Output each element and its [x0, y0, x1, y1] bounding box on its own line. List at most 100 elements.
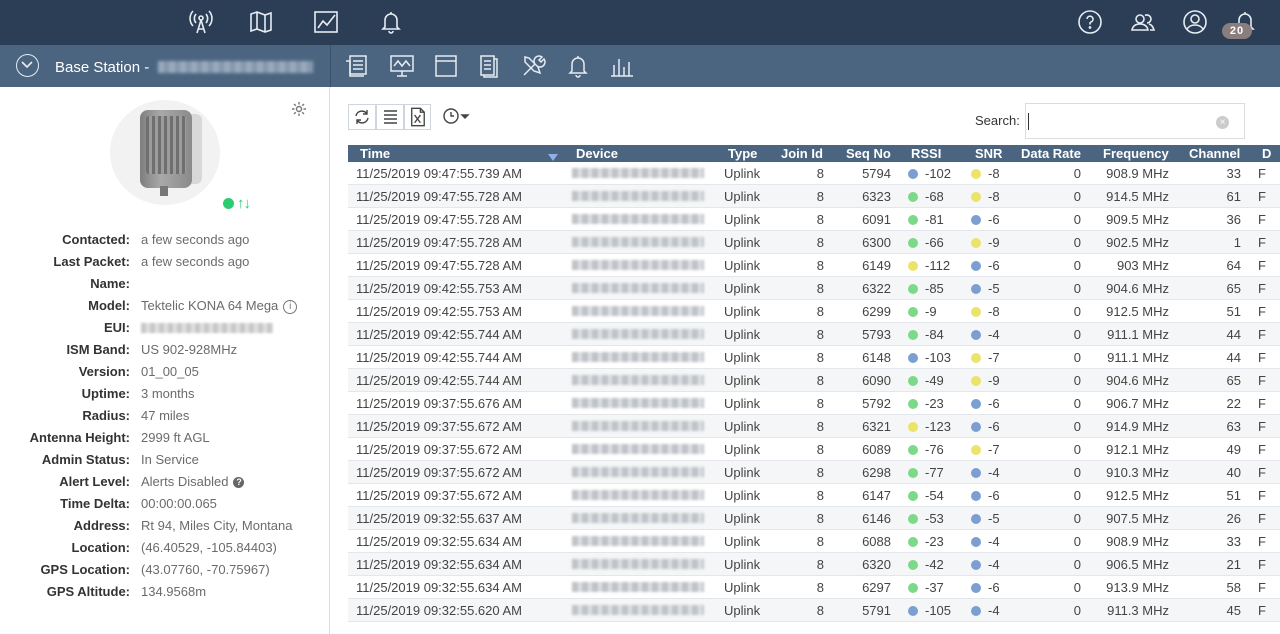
- search-input[interactable]: ×: [1025, 103, 1245, 139]
- table-row[interactable]: 11/25/2019 09:47:55.728 AM Uplink 8 6149 -11…: [348, 254, 1280, 277]
- bell-icon[interactable]: [378, 9, 404, 35]
- time-cell: 11/25/2019 09:47:55.728 AM: [356, 189, 523, 204]
- direction-cell: F: [1258, 235, 1266, 250]
- report-icon[interactable]: [344, 53, 370, 79]
- device-eui-redacted: [572, 283, 704, 293]
- snr-indicator-icon: [971, 468, 981, 478]
- data-rate-cell: 0: [1073, 166, 1081, 181]
- column-header[interactable]: Frequency: [1103, 146, 1169, 161]
- rssi-indicator-icon: [908, 560, 918, 570]
- type-cell: Uplink: [724, 350, 761, 365]
- property-value: (43.07760, -70.75967): [141, 562, 270, 577]
- table-row[interactable]: 11/25/2019 09:47:55.728 AM Uplink 8 6300 -66…: [348, 231, 1280, 254]
- column-header[interactable]: Join Id: [781, 146, 823, 161]
- type-cell: Uplink: [724, 511, 761, 526]
- table-row[interactable]: 11/25/2019 09:37:55.676 AM Uplink 8 5792 -23…: [348, 392, 1280, 415]
- table-row[interactable]: 11/25/2019 09:47:55.739 AM Uplink 8 5794 -10…: [348, 162, 1280, 185]
- property-row: Name:: [0, 276, 330, 298]
- device-eui-redacted: [572, 237, 704, 247]
- rssi-cell: -76: [925, 442, 944, 457]
- join-id-cell: 8: [816, 465, 824, 480]
- window-icon[interactable]: [433, 53, 459, 79]
- table-row[interactable]: 11/25/2019 09:47:55.728 AM Uplink 8 6323 -68…: [348, 185, 1280, 208]
- property-label: Model:: [88, 298, 130, 313]
- table-row[interactable]: 11/25/2019 09:42:55.744 AM Uplink 8 6090 -49…: [348, 369, 1280, 392]
- table-row[interactable]: 11/25/2019 09:32:55.634 AM Uplink 8 6297 -37…: [348, 576, 1280, 599]
- column-header[interactable]: Device: [576, 146, 618, 161]
- refresh-button[interactable]: [348, 104, 376, 130]
- property-value: 3 months: [141, 386, 195, 401]
- document-icon[interactable]: [477, 53, 503, 79]
- column-header[interactable]: Seq No: [846, 146, 891, 161]
- chart-icon[interactable]: [313, 9, 339, 35]
- tools-icon[interactable]: [521, 53, 547, 79]
- snr-indicator-icon: [971, 261, 981, 271]
- table-row[interactable]: 11/25/2019 09:42:55.744 AM Uplink 8 6148 -10…: [348, 346, 1280, 369]
- table-row[interactable]: 11/25/2019 09:32:55.634 AM Uplink 8 6320 -42…: [348, 553, 1280, 576]
- property-value: Rt 94, Miles City, Montana: [141, 518, 293, 533]
- table-row[interactable]: 11/25/2019 09:32:55.620 AM Uplink 8 5791 -10…: [348, 599, 1280, 622]
- column-header[interactable]: D: [1262, 146, 1271, 161]
- table-row[interactable]: 11/25/2019 09:42:55.744 AM Uplink 8 5793 -84…: [348, 323, 1280, 346]
- column-header[interactable]: Type: [728, 146, 757, 161]
- rssi-indicator-icon: [908, 330, 918, 340]
- base-station-icon[interactable]: [188, 9, 214, 35]
- frequency-cell: 912.5 MHz: [1106, 488, 1169, 503]
- property-label: Alert Level:: [59, 474, 130, 489]
- table-row[interactable]: 11/25/2019 09:42:55.753 AM Uplink 8 6299 -9 -…: [348, 300, 1280, 323]
- column-header[interactable]: Channel: [1189, 146, 1240, 161]
- map-icon[interactable]: [248, 9, 274, 35]
- join-id-cell: 8: [816, 258, 824, 273]
- snr-indicator-icon: [971, 192, 981, 202]
- bell-icon[interactable]: [565, 53, 591, 79]
- type-cell: Uplink: [724, 442, 761, 457]
- account-icon[interactable]: [1182, 9, 1208, 35]
- snr-indicator-icon: [971, 491, 981, 501]
- property-label: Time Delta:: [60, 496, 130, 511]
- table-row[interactable]: 11/25/2019 09:32:55.634 AM Uplink 8 6088 -23…: [348, 530, 1280, 553]
- table-row[interactable]: 11/25/2019 09:42:55.753 AM Uplink 8 6322 -85…: [348, 277, 1280, 300]
- time-cell: 11/25/2019 09:42:55.744 AM: [356, 327, 523, 342]
- clear-search-icon[interactable]: ×: [1216, 116, 1229, 129]
- property-value: 134.9568m: [141, 584, 207, 599]
- users-icon[interactable]: [1130, 9, 1156, 35]
- table-row[interactable]: 11/25/2019 09:37:55.672 AM Uplink 8 6298 -77…: [348, 461, 1280, 484]
- seq-no-cell: 6299: [862, 304, 891, 319]
- type-cell: Uplink: [724, 465, 761, 480]
- table-row[interactable]: 11/25/2019 09:37:55.672 AM Uplink 8 6147 -54…: [348, 484, 1280, 507]
- gear-icon[interactable]: [291, 101, 307, 117]
- table-row[interactable]: 11/25/2019 09:37:55.672 AM Uplink 8 6089 -76…: [348, 438, 1280, 461]
- help-icon[interactable]: [1077, 9, 1103, 35]
- type-cell: Uplink: [724, 396, 761, 411]
- time-cell: 11/25/2019 09:42:55.753 AM: [356, 304, 523, 319]
- join-id-cell: 8: [816, 304, 824, 319]
- column-header[interactable]: RSSI: [911, 146, 941, 161]
- column-header[interactable]: SNR: [975, 146, 1002, 161]
- frequency-cell: 914.5 MHz: [1106, 189, 1169, 204]
- rssi-cell: -53: [925, 511, 944, 526]
- time-cell: 11/25/2019 09:32:55.620 AM: [356, 603, 523, 618]
- monitor-icon[interactable]: [389, 53, 415, 79]
- column-header[interactable]: Data Rate: [1021, 146, 1081, 161]
- list-view-button[interactable]: [376, 104, 404, 130]
- channel-cell: 1: [1233, 235, 1241, 250]
- help-icon[interactable]: ?: [233, 477, 245, 488]
- snr-cell: -6: [988, 258, 1000, 273]
- collapse-toggle-icon[interactable]: [16, 54, 39, 77]
- table-body: 11/25/2019 09:47:55.739 AM Uplink 8 5794 -10…: [348, 162, 1280, 622]
- table-row[interactable]: 11/25/2019 09:47:55.728 AM Uplink 8 6091 -81…: [348, 208, 1280, 231]
- channel-cell: 33: [1226, 534, 1241, 549]
- table-row[interactable]: 11/25/2019 09:37:55.672 AM Uplink 8 6321 -12…: [348, 415, 1280, 438]
- frequency-cell: 908.9 MHz: [1106, 166, 1169, 181]
- bar-chart-icon[interactable]: [609, 53, 635, 79]
- info-icon[interactable]: i: [283, 300, 298, 314]
- rssi-indicator-icon: [908, 583, 918, 593]
- column-header[interactable]: Time: [360, 146, 390, 161]
- snr-indicator-icon: [971, 583, 981, 593]
- table-row[interactable]: 11/25/2019 09:32:55.637 AM Uplink 8 6146 -53…: [348, 507, 1280, 530]
- type-cell: Uplink: [724, 419, 761, 434]
- join-id-cell: 8: [816, 488, 824, 503]
- export-excel-button[interactable]: [404, 104, 431, 130]
- time-range-dropdown[interactable]: [440, 104, 472, 130]
- sort-desc-icon[interactable]: [548, 154, 558, 161]
